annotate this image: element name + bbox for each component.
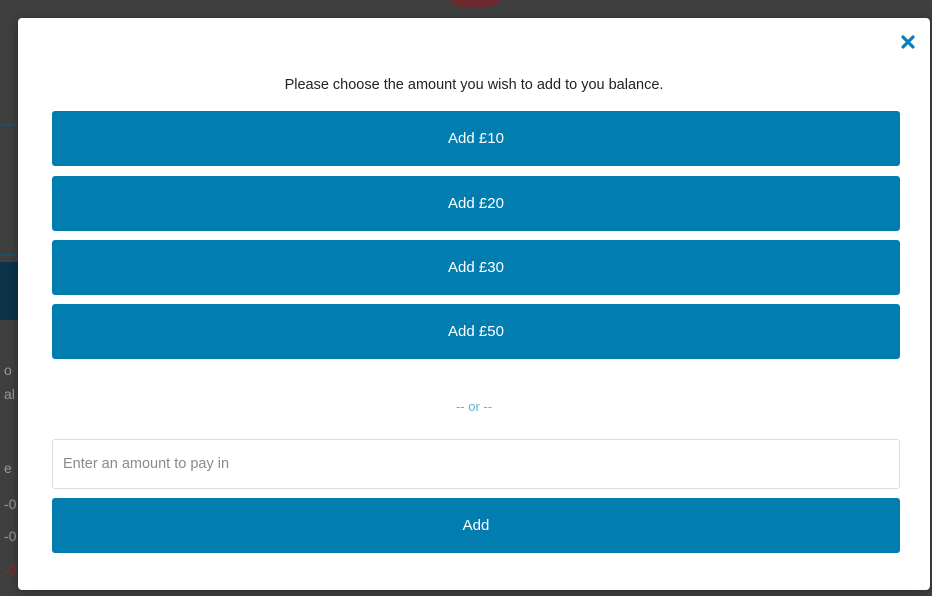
background-text-fragment: o xyxy=(4,362,12,378)
custom-amount-input[interactable] xyxy=(52,439,900,489)
background-divider xyxy=(0,254,18,256)
close-icon[interactable] xyxy=(900,34,916,50)
button-label: Add £30 xyxy=(448,259,504,276)
button-label: Add xyxy=(462,517,490,534)
modal-prompt: Please choose the amount you wish to add… xyxy=(284,77,664,93)
add-10-button[interactable]: Add £10 xyxy=(52,111,900,166)
button-label: Add £50 xyxy=(448,323,504,340)
background-text-fragment: e xyxy=(4,460,12,476)
background-avatar xyxy=(440,0,510,8)
background-banner xyxy=(0,262,18,320)
background-text-fragment: al xyxy=(4,386,15,402)
add-30-button[interactable]: Add £30 xyxy=(52,240,900,295)
button-label: Add £20 xyxy=(448,195,504,212)
background-text-fragment: -0 xyxy=(4,528,17,544)
background-text-fragment: -0 xyxy=(4,496,17,512)
button-label: Add £10 xyxy=(448,130,504,147)
background-text-fragment: -0 xyxy=(4,562,17,578)
add-20-button[interactable]: Add £20 xyxy=(52,176,900,231)
add-50-button[interactable]: Add £50 xyxy=(52,304,900,359)
add-custom-amount-button[interactable]: Add xyxy=(52,498,900,553)
or-separator: -- or -- xyxy=(455,399,493,414)
background-divider xyxy=(0,124,18,126)
add-balance-modal: Please choose the amount you wish to add… xyxy=(18,18,930,590)
